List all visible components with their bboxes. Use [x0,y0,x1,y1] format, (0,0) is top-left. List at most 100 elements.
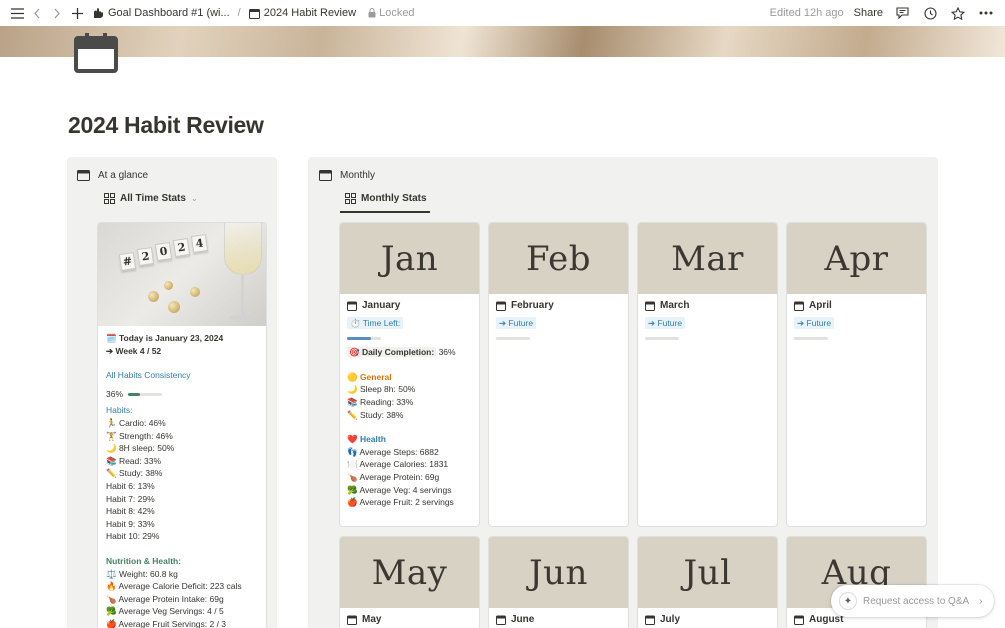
month-name-label: April [809,300,832,311]
comments-icon[interactable] [893,4,911,22]
calendar-icon [645,615,655,626]
month-cover: Jan [340,223,479,294]
habit-item: Habit 9: 33% [106,518,155,529]
consistency-value: 36% [106,388,124,399]
daily-completion: 🎯 Daily Completion: 36% [347,346,472,359]
future-tag: ➔ Future [645,316,686,329]
general-item: ✏️ Study: 38% [347,409,404,420]
month-name: April [794,300,919,313]
health-item: 🍽️ Average Calories: 1831 [347,459,449,470]
month-name-label: August [809,614,844,625]
image-tile: # [118,252,137,271]
favorite-star-icon[interactable] [949,4,967,22]
nutrition-item: 🥦 Average Veg Servings: 4 / 5 [106,606,224,617]
habit-item: ✏️ Study: 38% [106,468,163,479]
menu-icon[interactable] [8,4,26,22]
health-item: 🍎 Average Fruit: 2 servings [347,497,454,508]
habit-item: Habit 10: 29% [106,531,160,542]
habit-item: 🏋️ Strength: 46% [106,430,173,441]
health-label: ❤️ Health [347,434,386,445]
nutrition-item: ⚖️ Weight: 60.8 kg [106,568,178,579]
time-left-progress-bar [794,337,828,341]
at-a-glance-title: At a glance [98,169,149,181]
month-name: January [347,300,472,313]
month-card-body: June [489,608,628,628]
month-card-january[interactable]: Jan January ⏱️ Time Left: 🎯 Daily Comple… [340,223,479,526]
habit-item: Habit 6: 13% [106,480,155,491]
calendar-icon [77,170,90,181]
calendar-icon [496,615,506,626]
view-tab-monthly-stats[interactable]: Monthly Stats [345,193,427,204]
month-card-march[interactable]: Mar March ➔ Future [638,223,777,526]
gallery-view-icon [104,193,115,204]
month-card-body: April ➔ Future [787,294,926,352]
habits-label: Habits: [106,405,133,416]
month-card-body: February ➔ Future [489,294,628,352]
at-a-glance-header[interactable]: At a glance [77,169,148,181]
champagne-glass-base [229,315,257,321]
monthly-header[interactable]: Monthly [319,169,375,181]
image-tile: 4 [190,234,209,253]
monthly-title: Monthly [340,169,376,181]
habit-list: 🏃 Cardio: 46% 🏋️ Strength: 46% 🌙 8H slee… [106,417,258,543]
month-cover: Feb [489,223,628,294]
general-item: 📚 Reading: 33% [347,396,414,407]
month-name-label: June [511,614,535,625]
request-qa-access-button[interactable]: ✦ Request access to Q&A › [831,585,994,617]
health-item: 👣 Average Steps: 6882 [347,446,439,457]
share-button[interactable]: Share [854,7,883,19]
calendar-icon [347,301,357,312]
ornament-ball [168,301,180,313]
image-tile: 0 [154,242,173,261]
month-cover: Jul [638,537,777,608]
time-left-progress-bar [645,337,679,341]
month-cover: Jun [489,537,628,608]
month-card-body: January ⏱️ Time Left: 🎯 Daily Completion… [340,294,479,515]
add-page-icon[interactable] [68,4,86,22]
calendar-icon [496,301,506,312]
active-tab-underline [340,211,430,213]
habit-item: 🌙 8H sleep: 50% [106,443,175,454]
workspace-icon [94,8,103,18]
at-a-glance-section: At a glance All Time Stats ⌄ # 2 0 2 4 🗓… [67,157,277,628]
month-card-june[interactable]: Jun June [489,537,628,628]
daily-completion-label: 🎯 Daily Completion: [347,347,437,358]
locked-label: Locked [379,7,415,19]
history-icon[interactable] [921,4,939,22]
calendar-icon [645,301,655,312]
forward-icon[interactable] [48,4,66,22]
top-bar: Goal Dashboard #1 (wi... / 2024 Habit Re… [0,0,1005,26]
nutrition-item: 🍎 Average Fruit Servings: 2 / 3 [106,618,227,628]
time-left-tag: ⏱️ Time Left: [347,316,404,329]
month-cover: Apr [787,223,926,294]
month-name: March [645,300,770,313]
glance-card[interactable]: # 2 0 2 4 🗓️ Today is January 23, 2024 ➔… [98,223,266,628]
month-card-february[interactable]: Feb February ➔ Future [489,223,628,526]
breadcrumb-workspace[interactable]: Goal Dashboard #1 (wi... [88,7,234,19]
month-name: February [496,300,621,313]
month-card-body: July [638,608,777,628]
month-name-label: March [660,300,690,311]
sparkle-icon: ✦ [839,592,857,610]
month-card-body: May [340,608,479,628]
consistency-progress: 36% [106,388,258,401]
month-card-april[interactable]: Apr April ➔ Future [787,223,926,526]
calendar-icon [347,615,357,626]
calendar-icon [319,170,332,181]
consistency-progress-fill [128,392,141,396]
more-options-icon[interactable] [977,4,995,22]
monthly-section: Monthly Monthly Stats Jan January ⏱️ Tim… [308,157,938,628]
month-cover: May [340,537,479,608]
consistency-progress-bar [128,392,163,396]
nutrition-item: 🔥 Average Calorie Deficit: 223 cals [106,581,242,592]
view-tab-all-time-stats[interactable]: All Time Stats ⌄ [104,193,198,204]
breadcrumb-page[interactable]: 2024 Habit Review [245,7,360,19]
view-tab-label: All Time Stats [120,193,186,204]
month-card-july[interactable]: Jul July [638,537,777,628]
back-icon[interactable] [28,4,46,22]
week-counter: ➔ Week 4 / 52 [106,345,162,356]
health-item: 🍗 Average Protein: 69g [347,471,440,482]
locked-indicator[interactable]: Locked [368,7,415,19]
month-card-may[interactable]: May May [340,537,479,628]
time-left-progress-bar [496,337,530,341]
